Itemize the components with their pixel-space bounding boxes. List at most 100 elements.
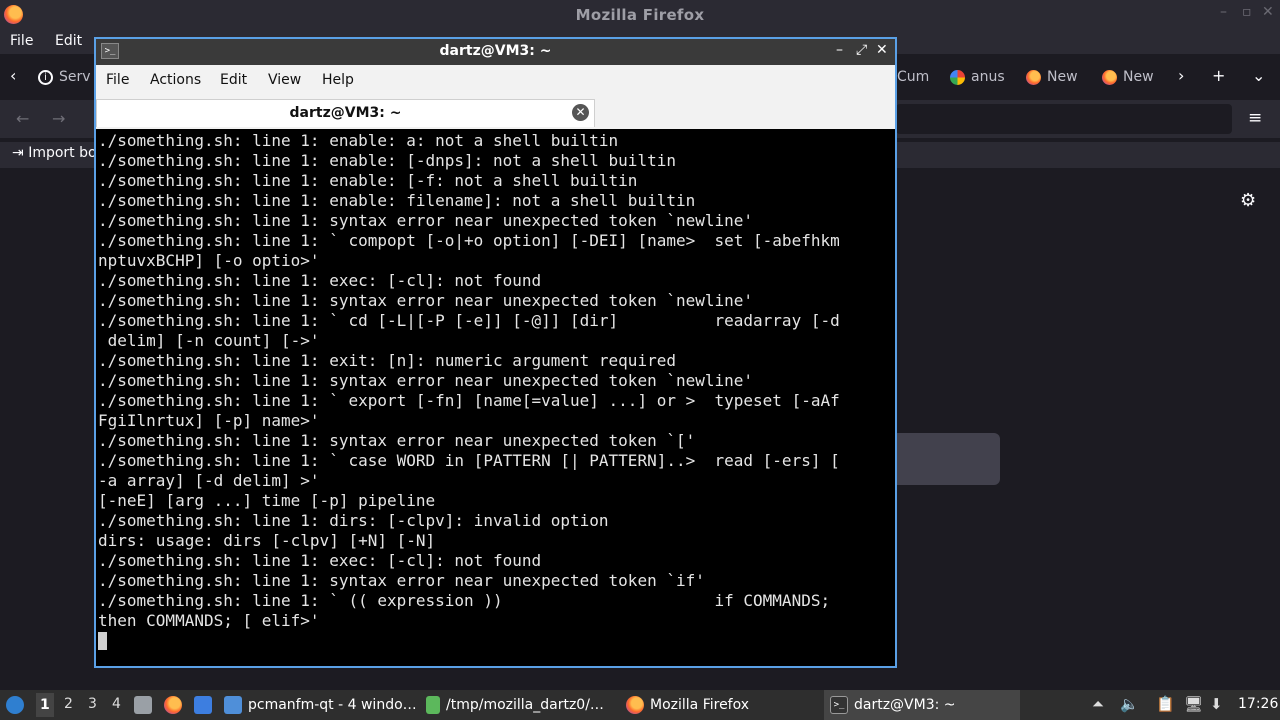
search-box[interactable] <box>896 433 1000 485</box>
tab-label: anus <box>971 69 1005 85</box>
firefox-titlebar: Mozilla Firefox – ▫ ✕ <box>0 0 1280 30</box>
terminal-line: ./something.sh: line 1: enable: [-dnps]:… <box>98 151 676 170</box>
task-label: Mozilla Firefox <box>650 697 750 713</box>
start-menu-button[interactable] <box>6 690 24 720</box>
workspace-3[interactable]: 3 <box>88 696 97 712</box>
start-menu-icon <box>6 696 24 714</box>
task-label: /tmp/mozilla_dartz0/… <box>446 697 604 713</box>
terminal-line: ./something.sh: line 1: syntax error nea… <box>98 571 705 590</box>
import-bookmarks-label: Import bo <box>28 145 97 161</box>
tab-label: New <box>1047 69 1078 85</box>
network-icon[interactable]: 🖥 <box>1184 695 1203 713</box>
terminal-icon: >_ <box>830 696 848 714</box>
menu-view[interactable]: View <box>268 72 301 88</box>
update-icon[interactable]: ⬇ <box>1210 695 1223 713</box>
back-icon[interactable]: ← <box>16 109 29 128</box>
terminal-line: ./something.sh: line 1: syntax error nea… <box>98 431 696 450</box>
terminal-line: delim] [-n count] [->' <box>98 331 320 350</box>
terminal-line: ./something.sh: line 1: exit: [n]: numer… <box>98 351 676 370</box>
google-icon <box>950 69 965 85</box>
info-icon: i <box>38 69 53 85</box>
terminal-line: ./something.sh: line 1: enable: filename… <box>98 191 696 210</box>
task-pcmanfm[interactable]: pcmanfm-qt - 4 windo… <box>224 690 420 720</box>
terminal-line: nptuvxBCHP] [-o optio>' <box>98 251 320 270</box>
tab-label: Serv <box>59 69 91 85</box>
tab-label: New <box>1123 69 1154 85</box>
tab-scroll-right-icon[interactable]: › <box>1178 66 1184 85</box>
tab-new-1[interactable]: New <box>1026 66 1078 88</box>
clipboard-icon[interactable]: 📋 <box>1156 695 1175 713</box>
close-icon[interactable]: ✕ <box>1262 4 1274 20</box>
terminal-tabbar: dartz@VM3: ~ ✕ <box>96 97 895 129</box>
task-archive[interactable]: /tmp/mozilla_dartz0/… <box>426 690 616 720</box>
maximize-icon[interactable]: ⤢ <box>856 42 867 58</box>
terminal-cursor <box>98 632 107 650</box>
task-label: dartz@VM3: ~ <box>854 697 956 713</box>
menu-edit[interactable]: Edit <box>220 72 247 88</box>
tab-cum[interactable]: Cum <box>897 66 929 88</box>
terminal-line: ./something.sh: line 1: exec: [-cl]: not… <box>98 551 542 570</box>
hamburger-menu-icon[interactable]: ≡ <box>1248 108 1262 128</box>
terminal-line: then COMMANDS; [ elif>' <box>98 611 320 630</box>
terminal-line: ./something.sh: line 1: syntax error nea… <box>98 211 754 230</box>
menu-help[interactable]: Help <box>322 72 354 88</box>
terminal-line: [-neE] [arg ...] time [-p] pipeline <box>98 491 436 510</box>
firefox-icon <box>1026 69 1041 85</box>
workspace-1[interactable]: 1 <box>36 693 54 717</box>
terminal-line: ./something.sh: line 1: ` (( expression … <box>98 591 831 610</box>
firefox-window-title: Mozilla Firefox <box>575 6 705 24</box>
task-firefox[interactable]: Mozilla Firefox <box>626 690 816 720</box>
minimize-icon[interactable]: – <box>836 42 843 58</box>
forward-icon[interactable]: → <box>52 109 65 128</box>
show-desktop-icon <box>194 696 212 714</box>
url-bar[interactable] <box>896 104 1232 134</box>
terminal-line: ./something.sh: line 1: syntax error nea… <box>98 371 754 390</box>
volume-icon[interactable]: 🔈 <box>1120 695 1139 713</box>
quicklaunch-desktop[interactable] <box>194 690 212 720</box>
tab-google[interactable]: anus <box>950 66 1005 88</box>
terminal-line: ./something.sh: line 1: enable: a: not a… <box>98 131 619 150</box>
tab-label: Cum <box>897 69 930 85</box>
terminal-tab-label: dartz@VM3: ~ <box>289 105 402 121</box>
terminal-window-title: dartz@VM3: ~ <box>439 43 552 59</box>
task-terminal[interactable]: >_ dartz@VM3: ~ <box>824 690 1020 720</box>
terminal-line: ./something.sh: line 1: syntax error nea… <box>98 291 754 310</box>
terminal-line: ./something.sh: line 1: dirs: [-clpv]: i… <box>98 511 609 530</box>
close-tab-icon[interactable]: ✕ <box>572 104 589 121</box>
quicklaunch-firefox[interactable] <box>164 690 182 720</box>
terminal-tab[interactable]: dartz@VM3: ~ ✕ <box>96 99 595 127</box>
terminal-output: ./something.sh: line 1: enable: a: not a… <box>98 131 893 631</box>
tray-up-icon[interactable]: ⏶ <box>1092 695 1104 713</box>
menu-edit[interactable]: Edit <box>55 33 82 49</box>
terminal-line: ./something.sh: line 1: ` case WORD in [… <box>98 451 840 470</box>
maximize-icon[interactable]: ▫ <box>1242 4 1252 20</box>
terminal-window: >_ dartz@VM3: ~ – ⤢ ✕ File Actions Edit … <box>94 37 897 668</box>
menu-file[interactable]: File <box>106 72 129 88</box>
firefox-icon <box>164 696 182 714</box>
workspace-2[interactable]: 2 <box>64 696 73 712</box>
terminal-line: FgiIlnrtux] [-p] name>' <box>98 411 320 430</box>
tab-scroll-left-icon[interactable]: ‹ <box>10 66 16 85</box>
quicklaunch-files[interactable] <box>134 690 152 720</box>
terminal-line: ./something.sh: line 1: exec: [-cl]: not… <box>98 271 542 290</box>
minimize-icon[interactable]: – <box>1220 4 1227 20</box>
terminal-line: ./something.sh: line 1: enable: [-f: not… <box>98 171 638 190</box>
terminal-line: ./something.sh: line 1: ` compopt [-o|+o… <box>98 231 840 250</box>
terminal-titlebar[interactable]: >_ dartz@VM3: ~ – ⤢ ✕ <box>96 39 895 65</box>
taskbar: 1 2 3 4 pcmanfm-qt - 4 windo… /tmp/mozil… <box>0 690 1280 720</box>
gear-icon[interactable]: ⚙ <box>1240 190 1256 211</box>
terminal-line: ./something.sh: line 1: ` cd [-L|[-P [-e… <box>98 311 840 330</box>
terminal-output-area[interactable]: ./something.sh: line 1: enable: a: not a… <box>96 129 895 666</box>
list-tabs-icon[interactable]: ⌄ <box>1252 66 1265 85</box>
new-tab-icon[interactable]: + <box>1212 66 1225 85</box>
tab-new-2[interactable]: New <box>1102 66 1154 88</box>
menu-actions[interactable]: Actions <box>150 72 201 88</box>
close-icon[interactable]: ✕ <box>876 42 888 58</box>
terminal-line: ./something.sh: line 1: ` export [-fn] [… <box>98 391 840 410</box>
workspace-4[interactable]: 4 <box>112 696 121 712</box>
import-bookmarks-button[interactable]: ⇥ Import bo <box>12 145 97 161</box>
firefox-icon <box>1102 69 1117 85</box>
tab-serv[interactable]: i Serv <box>38 66 91 88</box>
menu-file[interactable]: File <box>10 33 33 49</box>
file-manager-icon <box>134 696 152 714</box>
